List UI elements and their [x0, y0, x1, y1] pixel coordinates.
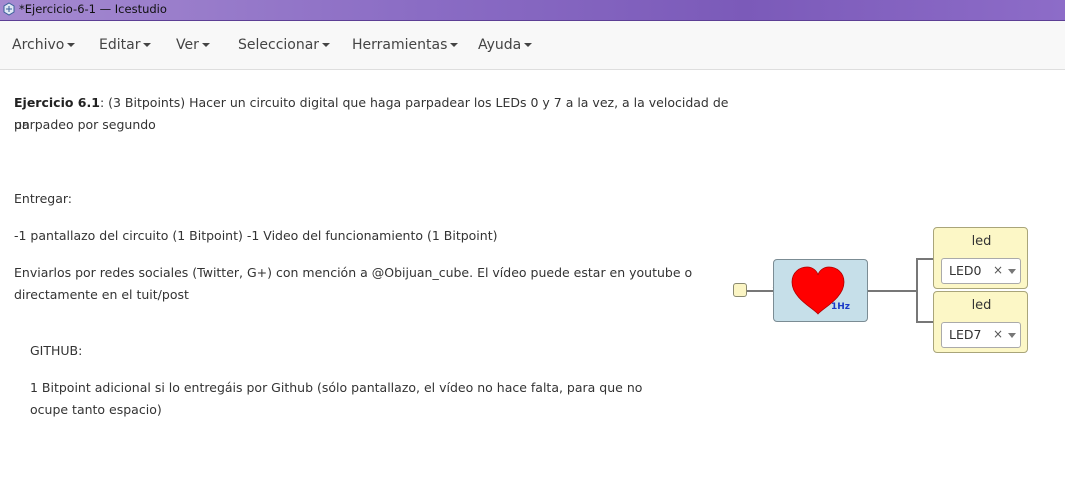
clock-frequency-label: 1Hz — [831, 302, 851, 312]
exercise-heading: Ejercicio 6.1 — [14, 95, 100, 110]
led-block-led0[interactable]: led LED0 × — [933, 227, 1028, 289]
wire-to-led0 — [916, 258, 933, 260]
icestudio-icon — [3, 2, 15, 16]
github-line2: ocupe tanto espacio) — [30, 402, 162, 417]
menu-editar[interactable]: Editar — [99, 21, 152, 69]
wire-to-led7 — [916, 321, 933, 323]
github-label: GITHUB: — [30, 343, 83, 358]
clock-1hz-block[interactable]: 1Hz — [773, 259, 868, 322]
menu-ayuda[interactable]: Ayuda — [478, 21, 533, 69]
caret-down-icon — [201, 43, 210, 47]
clear-icon[interactable]: × — [993, 263, 1003, 277]
info-text-block: Ejercicio 6.1: (3 Bitpoints) Hacer un ci… — [0, 70, 740, 483]
deliver-label: Entregar: — [14, 191, 73, 206]
menu-ver[interactable]: Ver — [176, 21, 210, 69]
caret-down-icon — [322, 43, 331, 47]
deliver-items: -1 pantallazo del circuito (1 Bitpoint) … — [14, 228, 498, 243]
social-line2: directamente en el tuit/post — [14, 287, 189, 302]
wire-input-to-clock — [747, 290, 773, 292]
heart-icon — [791, 266, 845, 315]
led-pin-value: LED0 — [949, 263, 982, 278]
menu-archivo[interactable]: Archivo — [12, 21, 76, 69]
wire-split — [916, 258, 918, 323]
caret-down-icon — [143, 43, 152, 47]
led-pin-value: LED7 — [949, 327, 982, 342]
caret-down-icon — [67, 43, 76, 47]
led-block-led7[interactable]: led LED7 × — [933, 291, 1028, 353]
dropdown-arrow-icon[interactable] — [1008, 269, 1016, 274]
exercise-description-line2: parpadeo por segundo — [14, 117, 156, 132]
menu-bar: Archivo Editar Ver Seleccionar Herramien… — [0, 21, 1065, 70]
window-title: *Ejercicio-6-1 — Icestudio — [19, 2, 167, 16]
led-block-title: led — [971, 234, 992, 249]
input-port[interactable] — [733, 283, 747, 297]
wire-clock-output — [868, 290, 917, 292]
menu-herramientas[interactable]: Herramientas — [352, 21, 459, 69]
led-pin-select[interactable]: LED0 × — [941, 258, 1021, 284]
clear-icon[interactable]: × — [993, 327, 1003, 341]
caret-down-icon — [450, 43, 459, 47]
menu-seleccionar[interactable]: Seleccionar — [238, 21, 331, 69]
caret-down-icon — [524, 43, 533, 47]
led-block-title: led — [971, 298, 992, 313]
window-title-bar: *Ejercicio-6-1 — Icestudio — [0, 0, 1065, 21]
dropdown-arrow-icon[interactable] — [1008, 333, 1016, 338]
social-line1: Enviarlos por redes sociales (Twitter, G… — [14, 265, 693, 280]
led-pin-select[interactable]: LED7 × — [941, 322, 1021, 348]
github-line1: 1 Bitpoint adicional si lo entregáis por… — [30, 380, 643, 395]
